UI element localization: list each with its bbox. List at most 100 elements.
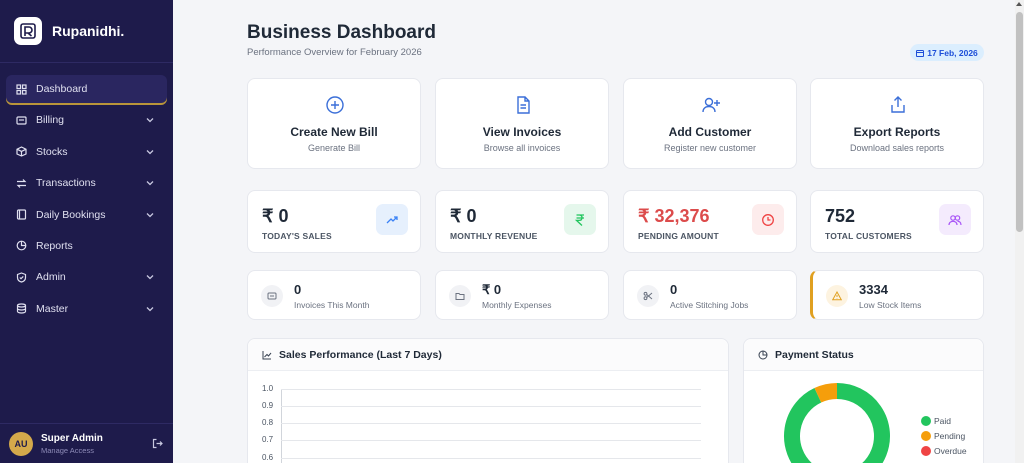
sales-performance-panel: Sales Performance (Last 7 Days) bbox=[247, 338, 729, 463]
view-invoices-card[interactable]: View Invoices Browse all invoices bbox=[435, 78, 609, 169]
scroll-up-arrow-icon[interactable] bbox=[1016, 2, 1022, 6]
sidebar-item-label: Daily Bookings bbox=[36, 208, 106, 221]
legend-item-pending: Pending bbox=[921, 431, 965, 441]
page-subtitle: Performance Overview for February 2026 bbox=[247, 47, 422, 58]
page-title: Business Dashboard bbox=[247, 22, 436, 43]
legend-label: Overdue bbox=[934, 446, 967, 456]
grid-line bbox=[281, 389, 701, 390]
stat-label: TOTAL CUSTOMERS bbox=[825, 231, 912, 241]
mini-card-expenses: ₹ 0 Monthly Expenses bbox=[435, 270, 609, 320]
sidebar-item-label: Dashboard bbox=[36, 83, 88, 95]
calendar-icon bbox=[916, 49, 925, 57]
donut-slice-pending bbox=[814, 383, 838, 403]
line-chart-icon bbox=[262, 350, 272, 359]
chevron-down-icon bbox=[146, 181, 154, 186]
users-icon bbox=[939, 204, 971, 235]
pie-chart-icon bbox=[16, 240, 27, 251]
stat-card-todays-sales: ₹ 0 TODAY'S SALES bbox=[247, 190, 421, 253]
legend-label: Pending bbox=[934, 431, 966, 441]
user-plus-icon bbox=[702, 97, 720, 113]
sidebar-item-dashboard[interactable]: Dashboard bbox=[6, 75, 167, 103]
sidebar-item-label: Admin bbox=[36, 271, 66, 284]
mini-value: 3334 bbox=[859, 282, 888, 297]
brand-divider bbox=[0, 62, 173, 63]
trending-up-icon bbox=[376, 204, 408, 235]
create-bill-card[interactable]: Create New Bill Generate Bill bbox=[247, 78, 421, 169]
mini-value: 0 bbox=[294, 282, 302, 297]
brand[interactable]: Rupanidhi. bbox=[0, 0, 173, 62]
payment-donut-chart bbox=[784, 383, 890, 463]
box-icon bbox=[16, 146, 27, 157]
grid-line bbox=[281, 423, 701, 424]
user-profile[interactable]: AU Super Admin Manage Access bbox=[0, 423, 173, 463]
sidebar-item-transactions[interactable]: Transactions bbox=[6, 169, 167, 197]
stat-card-pending-amount: ₹ 32,376 PENDING AMOUNT bbox=[623, 190, 797, 253]
add-customer-card[interactable]: Add Customer Register new customer bbox=[623, 78, 797, 169]
sidebar-item-label: Reports bbox=[36, 239, 73, 252]
mini-label: Active Stitching Jobs bbox=[670, 300, 749, 310]
sidebar-item-stocks[interactable]: Stocks bbox=[6, 138, 167, 166]
stat-card-total-customers: 752 TOTAL CUSTOMERS bbox=[810, 190, 984, 253]
sidebar-item-master[interactable]: Master bbox=[6, 295, 167, 323]
sidebar-item-billing[interactable]: Billing bbox=[6, 106, 167, 134]
mini-card-stitching: 0 Active Stitching Jobs bbox=[623, 270, 797, 320]
legend-dot bbox=[921, 446, 931, 456]
stat-value: ₹ 32,376 bbox=[638, 206, 710, 226]
payment-panel-header: Payment Status bbox=[744, 339, 983, 371]
qa-subtitle: Download sales reports bbox=[849, 143, 945, 153]
qa-subtitle: Browse all invoices bbox=[483, 143, 561, 153]
grid-icon bbox=[16, 83, 27, 95]
stat-value: ₹ 0 bbox=[450, 206, 477, 226]
brand-name: Rupanidhi. bbox=[52, 23, 125, 39]
legend-item-paid: Paid bbox=[921, 416, 951, 426]
grid-line bbox=[281, 458, 701, 459]
qa-subtitle: Generate Bill bbox=[307, 143, 361, 153]
qa-title: View Invoices bbox=[482, 125, 562, 139]
stat-card-monthly-revenue: ₹ 0 MONTHLY REVENUE bbox=[435, 190, 609, 253]
export-reports-card[interactable]: Export Reports Download sales reports bbox=[810, 78, 984, 169]
mini-value: 0 bbox=[670, 282, 678, 297]
sidebar: Rupanidhi. Dashboard Billing Stocks Tran… bbox=[0, 0, 173, 463]
date-text: 17 Feb, 2026 bbox=[927, 47, 978, 58]
y-tick-label: 0.8 bbox=[262, 418, 274, 427]
rupee-icon bbox=[564, 204, 596, 235]
grid-line bbox=[281, 406, 701, 407]
legend-dot bbox=[921, 416, 931, 426]
sidebar-item-label: Transactions bbox=[36, 177, 96, 190]
page-scrollbar[interactable] bbox=[1015, 0, 1024, 463]
chevron-down-icon bbox=[146, 275, 154, 280]
chart-y-axis bbox=[281, 389, 282, 463]
sidebar-nav: Dashboard Billing Stocks Transactions Da… bbox=[0, 75, 173, 323]
stat-value: ₹ 0 bbox=[262, 206, 289, 226]
scroll-thumb[interactable] bbox=[1016, 12, 1023, 232]
y-tick-label: 1.0 bbox=[262, 384, 274, 393]
grid-line bbox=[281, 440, 701, 441]
user-name: Super Admin bbox=[41, 432, 103, 444]
user-role: Manage Access bbox=[41, 445, 94, 455]
sidebar-item-daily-bookings[interactable]: Daily Bookings bbox=[6, 201, 167, 229]
mini-value: ₹ 0 bbox=[482, 282, 502, 297]
donut-slice-paid bbox=[784, 383, 890, 463]
qa-title: Create New Bill bbox=[290, 125, 378, 139]
user-info: Super Admin Manage Access bbox=[41, 433, 103, 455]
mini-card-invoices: 0 Invoices This Month bbox=[247, 270, 421, 320]
chevron-down-icon bbox=[146, 118, 154, 123]
chevron-down-icon bbox=[146, 306, 154, 312]
sidebar-item-reports[interactable]: Reports bbox=[6, 232, 167, 260]
mini-label: Monthly Expenses bbox=[482, 300, 552, 310]
plus-circle-icon bbox=[326, 96, 344, 114]
brand-logo-icon bbox=[14, 17, 42, 45]
stat-label: TODAY'S SALES bbox=[262, 231, 332, 241]
qa-title: Add Customer bbox=[668, 125, 752, 139]
sidebar-item-label: Stocks bbox=[36, 145, 68, 158]
clock-icon bbox=[752, 204, 784, 235]
date-badge: 17 Feb, 2026 bbox=[910, 44, 984, 61]
mini-label: Low Stock Items bbox=[859, 300, 922, 310]
y-tick-label: 0.6 bbox=[262, 453, 274, 462]
sidebar-item-admin[interactable]: Admin bbox=[6, 263, 167, 291]
avatar: AU bbox=[9, 431, 33, 456]
chevron-down-icon bbox=[146, 149, 154, 155]
qa-subtitle: Register new customer bbox=[663, 143, 757, 153]
exchange-icon bbox=[16, 178, 27, 189]
logout-icon[interactable] bbox=[152, 438, 163, 449]
